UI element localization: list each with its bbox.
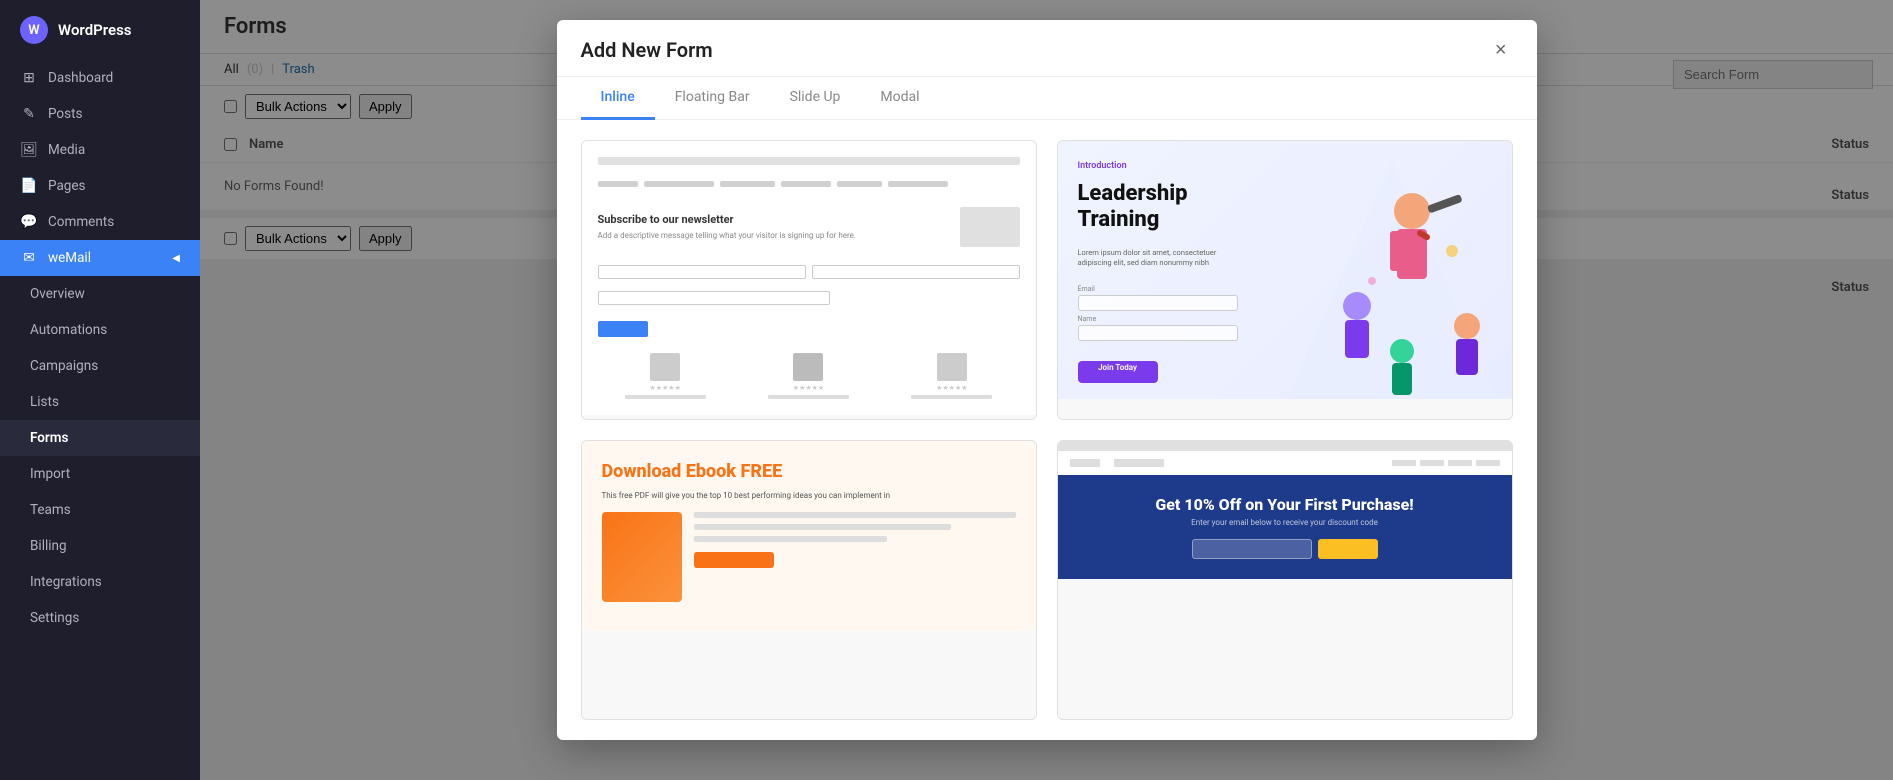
sidebar-item-integrations[interactable]: Integrations [0, 564, 200, 600]
sidebar-item-label: Overview [30, 286, 85, 302]
wordpress-icon: W [20, 16, 48, 44]
sidebar-item-label: Dashboard [48, 70, 113, 86]
sidebar-item-wemail[interactable]: ✉ weMail ◀ [0, 240, 200, 276]
modal-close-button[interactable]: × [1489, 38, 1513, 62]
sidebar-item-lists[interactable]: Lists [0, 384, 200, 420]
template-grid: Subscribe to our newsletter Add a descri… [557, 120, 1537, 740]
template-card-basic[interactable]: Subscribe to our newsletter Add a descri… [581, 140, 1037, 420]
sidebar-item-label: Integrations [30, 574, 102, 590]
pages-icon: 📄 [20, 178, 38, 194]
sidebar-item-label: Settings [30, 610, 79, 626]
template-preview-leadership: Introduction LeadershipTraining Lorem ip… [1058, 141, 1512, 420]
sidebar-item-label: Media [48, 142, 85, 158]
sidebar-item-media[interactable]: 🖼 Media [0, 132, 200, 168]
sidebar-logo-label: WordPress [58, 21, 132, 39]
sidebar-item-label: Teams [30, 502, 71, 518]
add-new-form-modal: Add New Form × Inline Floating Bar Slide… [557, 20, 1537, 740]
template-preview-basic: Subscribe to our newsletter Add a descri… [582, 141, 1036, 420]
sidebar-item-label: Comments [48, 214, 114, 230]
sidebar-item-label: Import [30, 466, 70, 482]
sidebar-item-billing[interactable]: Billing [0, 528, 200, 564]
template-card-discount[interactable]: Get 10% Off on Your First Purchase! Ente… [1057, 440, 1513, 720]
wemail-icon: ✉ [20, 250, 38, 266]
sidebar-item-posts[interactable]: ✎ Posts [0, 96, 200, 132]
media-icon: 🖼 [20, 142, 38, 158]
sidebar-item-label: Posts [48, 106, 82, 122]
sidebar-item-label: Campaigns [30, 358, 98, 374]
tab-slide-up[interactable]: Slide Up [770, 77, 861, 120]
modal-tabs: Inline Floating Bar Slide Up Modal [557, 77, 1537, 120]
template-preview-ebook: Download Ebook FREE This free PDF will g… [582, 441, 1036, 720]
template-card-leadership[interactable]: Introduction LeadershipTraining Lorem ip… [1057, 140, 1513, 420]
comments-icon: 💬 [20, 214, 38, 230]
sidebar: W WordPress ⊞ Dashboard ✎ Posts 🖼 Media … [0, 0, 200, 780]
sidebar-item-teams[interactable]: Teams [0, 492, 200, 528]
sidebar-item-pages[interactable]: 📄 Pages [0, 168, 200, 204]
tab-floating-bar[interactable]: Floating Bar [655, 77, 770, 120]
sidebar-item-campaigns[interactable]: Campaigns [0, 348, 200, 384]
main-content: Forms All (0) | Trash Bulk Actions Apply… [200, 0, 1893, 780]
tab-inline[interactable]: Inline [581, 77, 655, 120]
template-preview-discount: Get 10% Off on Your First Purchase! Ente… [1058, 441, 1512, 720]
sidebar-logo: W WordPress [0, 0, 200, 60]
sidebar-item-label: Automations [30, 322, 107, 338]
sidebar-item-label: Forms [30, 430, 68, 446]
sidebar-item-label: Lists [30, 394, 59, 410]
sidebar-item-settings[interactable]: Settings [0, 600, 200, 636]
sidebar-item-forms[interactable]: Forms [0, 420, 200, 456]
modal-title: Add New Form [581, 38, 713, 62]
sidebar-item-overview[interactable]: Overview [0, 276, 200, 312]
wemail-arrow-icon: ◀ [172, 253, 180, 264]
posts-icon: ✎ [20, 106, 38, 122]
sidebar-item-comments[interactable]: 💬 Comments [0, 204, 200, 240]
sidebar-item-automations[interactable]: Automations [0, 312, 200, 348]
template-card-ebook[interactable]: Download Ebook FREE This free PDF will g… [581, 440, 1037, 720]
tab-modal[interactable]: Modal [860, 77, 939, 120]
sidebar-item-label: Pages [48, 178, 86, 194]
sidebar-item-label: weMail [48, 250, 91, 266]
sidebar-item-dashboard[interactable]: ⊞ Dashboard [0, 60, 200, 96]
sidebar-item-import[interactable]: Import [0, 456, 200, 492]
sidebar-item-label: Billing [30, 538, 67, 554]
modal-backdrop: Add New Form × Inline Floating Bar Slide… [200, 0, 1893, 780]
dashboard-icon: ⊞ [20, 70, 38, 86]
modal-header: Add New Form × [557, 20, 1537, 77]
